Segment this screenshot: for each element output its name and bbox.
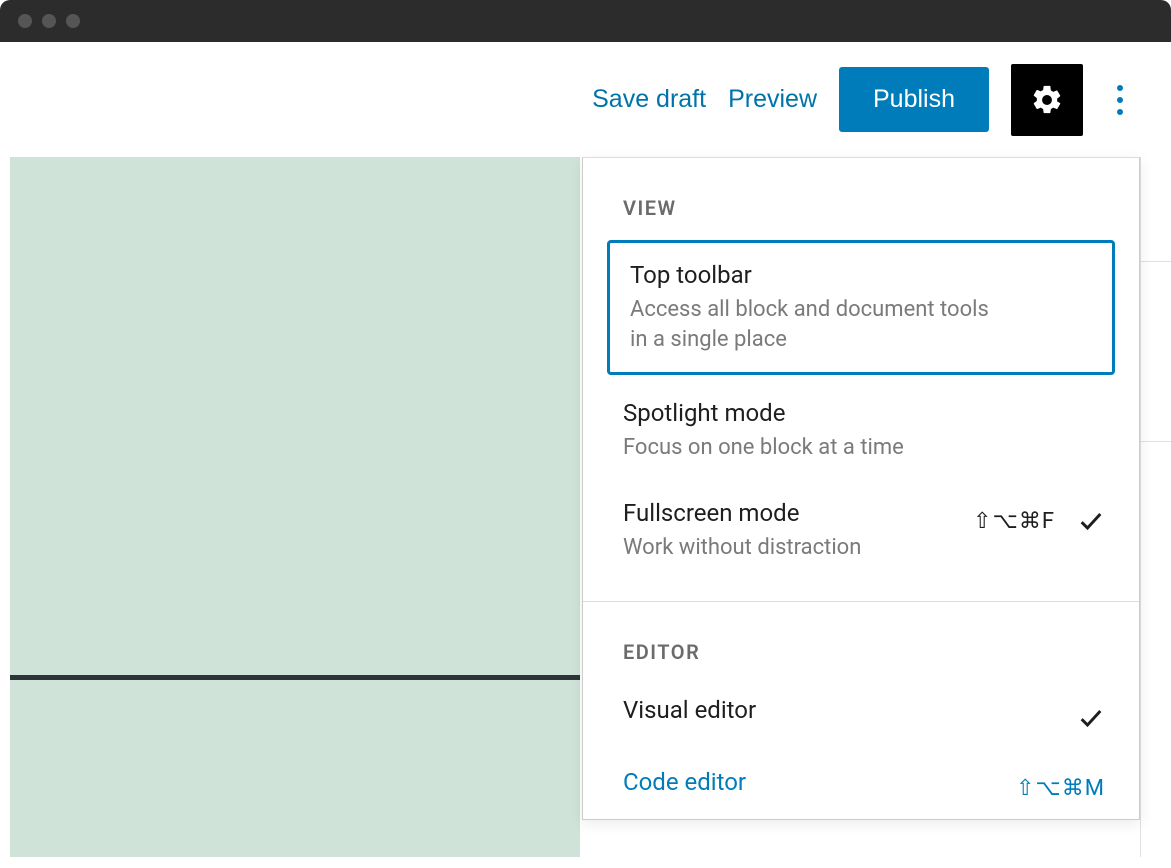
sidebar-panel[interactable] <box>1141 262 1171 442</box>
dot-icon <box>1117 109 1123 115</box>
check-icon <box>1077 507 1105 535</box>
section-label-editor: EDITOR <box>583 602 1139 678</box>
settings-sidebar <box>1140 157 1171 857</box>
check-icon <box>1077 704 1105 732</box>
keyboard-shortcut: ⇧⌥⌘F <box>973 509 1055 534</box>
minimize-dot-icon[interactable] <box>42 14 56 28</box>
content-area: VIEW Top toolbar Access all block and do… <box>0 157 1171 868</box>
dot-icon <box>1117 85 1123 91</box>
canvas-divider <box>10 675 580 680</box>
gear-icon <box>1030 83 1064 117</box>
menu-item-spotlight[interactable]: Spotlight mode Focus on one block at a t… <box>583 381 1139 481</box>
sidebar-tab[interactable] <box>1141 157 1171 262</box>
options-dropdown: VIEW Top toolbar Access all block and do… <box>582 157 1140 820</box>
menu-item-fullscreen[interactable]: Fullscreen mode Work without distraction… <box>583 481 1139 581</box>
menu-item-desc: Focus on one block at a time <box>623 433 1003 463</box>
save-draft-button[interactable]: Save draft <box>592 85 706 114</box>
editor-toolbar: Save draft Preview Publish <box>0 42 1171 157</box>
menu-item-desc: Work without distraction <box>623 533 973 563</box>
menu-item-title: Code editor <box>623 768 1016 796</box>
dot-icon <box>1117 97 1123 103</box>
publish-button[interactable]: Publish <box>839 67 989 132</box>
keyboard-shortcut: ⇧⌥⌘M <box>1016 776 1105 801</box>
close-dot-icon[interactable] <box>18 14 32 28</box>
menu-item-title: Spotlight mode <box>623 399 1105 427</box>
menu-item-visual-editor[interactable]: Visual editor <box>583 678 1139 750</box>
section-label-view: VIEW <box>583 158 1139 234</box>
menu-item-top-toolbar[interactable]: Top toolbar Access all block and documen… <box>607 240 1115 375</box>
window-titlebar <box>0 0 1171 42</box>
menu-item-title: Top toolbar <box>630 261 1096 289</box>
settings-button[interactable] <box>1011 64 1083 136</box>
zoom-dot-icon[interactable] <box>66 14 80 28</box>
menu-item-title: Fullscreen mode <box>623 499 973 527</box>
more-options-button[interactable] <box>1105 77 1135 123</box>
menu-item-title: Visual editor <box>623 696 1077 724</box>
menu-item-desc: Access all block and document tools in a… <box>630 295 1010 354</box>
editor-canvas[interactable] <box>10 157 580 857</box>
preview-button[interactable]: Preview <box>728 85 817 114</box>
menu-item-code-editor[interactable]: Code editor ⇧⌥⌘M <box>583 750 1139 819</box>
